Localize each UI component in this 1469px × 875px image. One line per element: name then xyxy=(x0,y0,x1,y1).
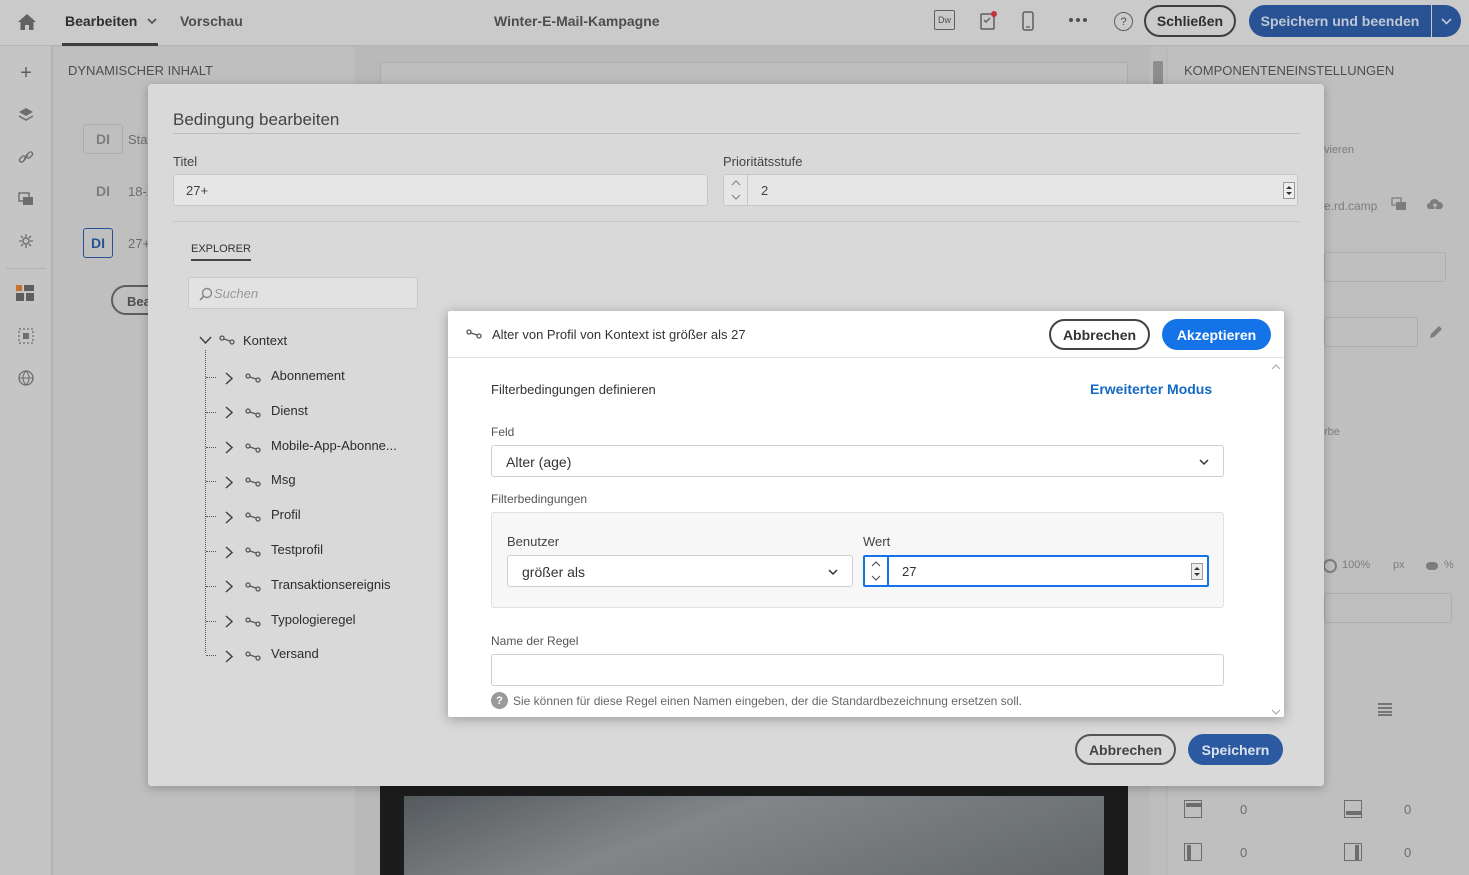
title-label: Titel xyxy=(173,154,198,169)
spin-icon[interactable] xyxy=(1283,182,1295,199)
accept-button[interactable]: Akzeptieren xyxy=(1162,319,1271,350)
tree-item-label: Dienst xyxy=(271,402,308,418)
filter-condition-dialog: Alter von Profil von Kontext ist größer … xyxy=(448,311,1284,717)
tab-explorer[interactable]: EXPLORER xyxy=(191,243,251,261)
title-input[interactable]: 27+ xyxy=(173,174,708,206)
section-divider xyxy=(173,221,1300,222)
tree-item-label: Msg xyxy=(271,472,296,488)
header-divider xyxy=(448,357,1284,358)
tree-guide-dots xyxy=(206,551,216,552)
help-text: Sie können für diese Regel einen Namen e… xyxy=(513,694,1023,708)
node-icon xyxy=(218,334,236,346)
tree-item-label: Typologieregel xyxy=(271,611,356,627)
chevron-down-icon[interactable] xyxy=(827,567,839,577)
outer-cancel-button[interactable]: Abbrechen xyxy=(1075,734,1176,765)
node-icon xyxy=(244,442,262,454)
spin-icon[interactable] xyxy=(1191,563,1203,580)
tree-guide-dots xyxy=(206,411,216,413)
help-circle-icon: ? xyxy=(491,692,508,709)
tree-item-label: Transaktionsereignis xyxy=(271,576,391,592)
tree-item[interactable]: Transaktionsereignis xyxy=(206,577,466,597)
chevron-down-icon[interactable] xyxy=(198,334,212,346)
title-divider xyxy=(173,133,1300,134)
chevron-down-icon[interactable] xyxy=(1198,457,1210,467)
tree-item-label: Profil xyxy=(271,507,301,523)
node-icon xyxy=(244,476,262,488)
stepper-arrows-icon[interactable] xyxy=(724,175,748,205)
value-stepper[interactable]: 27 xyxy=(863,555,1209,587)
operator-value: größer als xyxy=(522,564,586,580)
field-select[interactable]: Alter (age) xyxy=(491,445,1224,477)
tree-item[interactable]: Mobile-App-Abonne... xyxy=(206,438,466,458)
tree-item[interactable]: Versand xyxy=(206,646,466,666)
chevron-right-icon[interactable] xyxy=(224,545,234,559)
chevron-right-icon[interactable] xyxy=(224,441,234,455)
filter-label: Filterbedingungen xyxy=(491,492,588,506)
explorer-tree: Kontext Abonnement Dienst Mobile-App-Abonn… xyxy=(188,326,488,666)
field-label: Feld xyxy=(491,425,515,439)
tree-item-label: Abonnement xyxy=(271,368,345,383)
stepper-arrows-icon[interactable] xyxy=(865,557,889,585)
chevron-right-icon[interactable] xyxy=(224,649,234,663)
advanced-mode-link[interactable]: Erweiterter Modus xyxy=(1090,381,1212,397)
search-placeholder: Suchen xyxy=(214,286,259,301)
tree-guide-dots xyxy=(206,481,216,483)
outer-save-button[interactable]: Speichern xyxy=(1188,734,1283,765)
chevron-right-icon[interactable] xyxy=(224,580,234,594)
tree-guide-dots xyxy=(206,516,216,518)
priority-stepper[interactable]: 2 xyxy=(723,174,1298,206)
node-icon xyxy=(244,407,262,419)
tree-item-label: Versand xyxy=(271,646,319,662)
tree-item[interactable]: Dienst xyxy=(206,403,466,423)
tree-root-kontext[interactable]: Kontext xyxy=(243,333,287,348)
inner-cancel-button[interactable]: Abbrechen xyxy=(1049,319,1150,350)
priority-label: Prioritätsstufe xyxy=(723,154,803,169)
node-icon xyxy=(244,372,262,384)
tree-item[interactable]: Msg xyxy=(206,472,466,492)
rule-name-label: Name der Regel xyxy=(491,634,579,648)
node-icon xyxy=(465,327,483,341)
chevron-right-icon[interactable] xyxy=(224,371,234,385)
node-icon xyxy=(244,650,262,662)
value-label: Wert xyxy=(863,534,891,549)
search-icon xyxy=(198,286,213,301)
node-icon xyxy=(244,511,262,523)
node-icon xyxy=(244,546,262,558)
tree-guide-dots xyxy=(206,620,216,622)
tree-guide-dots xyxy=(206,446,216,448)
priority-value: 2 xyxy=(761,183,769,198)
inner-scrollbar[interactable] xyxy=(1268,358,1284,717)
tree-guide-line xyxy=(205,350,206,653)
tree-item[interactable]: Abonnement xyxy=(206,368,466,388)
operator-label: Benutzer xyxy=(507,534,560,549)
chevron-right-icon[interactable] xyxy=(224,615,234,629)
operator-select[interactable]: größer als xyxy=(507,555,853,587)
tree-guide-dots xyxy=(206,377,216,378)
chevron-right-icon[interactable] xyxy=(224,406,234,420)
chevron-right-icon[interactable] xyxy=(224,510,234,524)
tree-item[interactable]: Typologieregel xyxy=(206,612,466,632)
dialog-title: Bedingung bearbeiten xyxy=(173,110,340,129)
tree-item-label: Testprofil xyxy=(271,542,324,557)
tree-item[interactable]: Testprofil xyxy=(206,542,466,562)
tree-item[interactable]: Profil xyxy=(206,507,466,527)
rule-name-input[interactable] xyxy=(491,654,1224,686)
condition-summary: Alter von Profil von Kontext ist größer … xyxy=(492,327,746,342)
value-input[interactable]: 27 xyxy=(902,564,916,579)
explorer-search[interactable]: Suchen xyxy=(188,277,418,309)
node-icon xyxy=(244,581,262,593)
tree-guide-dots xyxy=(206,655,216,657)
field-select-value: Alter (age) xyxy=(506,454,572,470)
chevron-right-icon[interactable] xyxy=(224,475,234,489)
tree-item-label: Mobile-App-Abonne... xyxy=(271,437,397,453)
tree-guide-dots xyxy=(206,585,216,587)
section-title: Filterbedingungen definieren xyxy=(491,382,656,397)
node-icon xyxy=(244,616,262,628)
filter-box: Benutzer größer als Wert 27 xyxy=(491,512,1224,608)
